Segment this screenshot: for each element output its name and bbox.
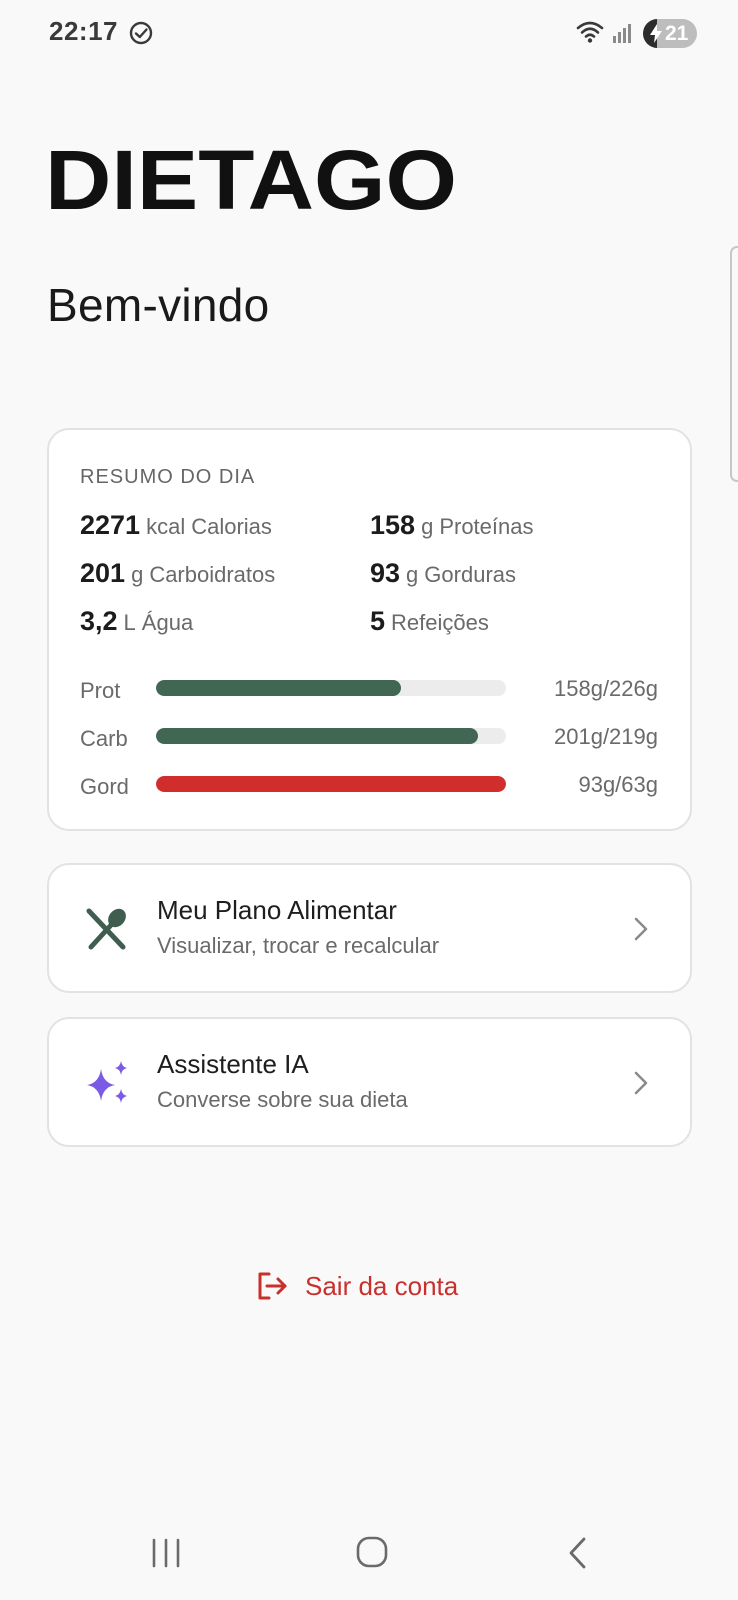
stat-value: 93 (370, 558, 401, 588)
edge-panel-handle[interactable] (730, 246, 738, 482)
stat-proteins: 158 g Proteínas (370, 510, 533, 541)
stat-label: Carboidratos (149, 562, 276, 587)
meal-plan-card[interactable]: Meu Plano Alimentar Visualizar, trocar e… (47, 863, 692, 993)
macro-bar-carb (156, 728, 506, 744)
dietago-logo: DIETAGO (45, 141, 457, 215)
daily-summary-card: RESUMO DO DIA 2271 kcal Calorias 158 g Prote… (47, 428, 692, 831)
recent-apps-icon[interactable] (150, 1538, 182, 1568)
ai-assistant-title: Assistente IA (157, 1049, 309, 1079)
fork-spoon-icon (86, 908, 126, 950)
macro-label-fat: Gord (80, 774, 129, 799)
macro-value-carb: 201g/219g (554, 724, 658, 749)
stat-value: 5 (370, 606, 386, 636)
stat-value: 3,2 (80, 606, 118, 636)
logout-button[interactable]: Sair da conta (255, 1266, 458, 1306)
signal-icon (613, 24, 631, 43)
ai-assistant-subtitle: Converse sobre sua dieta (157, 1087, 408, 1112)
summary-title: RESUMO DO DIA (80, 466, 256, 488)
page-title: Bem-vindo (47, 279, 270, 331)
macro-bar-fat (156, 776, 506, 792)
stat-unit: g (421, 514, 434, 539)
chevron-right-icon (634, 917, 648, 941)
macro-fill-protein (156, 680, 401, 696)
stat-value: 201 (80, 558, 126, 588)
stat-value: 2271 (80, 510, 141, 540)
stat-label: Calorias (191, 514, 272, 539)
macro-label-carb: Carb (80, 726, 128, 751)
wifi-icon (576, 21, 604, 43)
macro-value-fat: 93g/63g (578, 772, 658, 797)
logout-icon (258, 1272, 287, 1300)
macro-value-protein: 158g/226g (554, 676, 658, 701)
stat-carbs: 201 g Carboidratos (80, 558, 275, 589)
stat-unit: L (123, 610, 136, 635)
stat-label: Gorduras (424, 562, 517, 587)
stat-value: 158 (370, 510, 416, 540)
sparkles-icon (87, 1061, 127, 1103)
macro-fill-carb (156, 728, 478, 744)
meal-plan-subtitle: Visualizar, trocar e recalcular (157, 933, 440, 958)
logout-label: Sair da conta (305, 1270, 459, 1301)
battery-indicator: 21 (643, 19, 697, 48)
stat-meals: 5 Refeições (370, 606, 489, 637)
battery-charging-icon (650, 24, 662, 43)
stat-fats: 93 g Gorduras (370, 558, 516, 589)
meal-plan-title: Meu Plano Alimentar (157, 895, 397, 925)
stat-calories: 2271 kcal Calorias (80, 510, 272, 541)
status-time: 22:17 (49, 16, 118, 46)
back-icon[interactable] (566, 1536, 588, 1570)
macro-label-protein: Prot (80, 678, 121, 703)
stat-label: Refeições (391, 610, 489, 635)
home-screen: 22:17 21 DIETAGO Bem-vindo RESUMO DO DIA… (0, 0, 738, 1600)
macro-fill-fat (156, 776, 506, 792)
stat-unit: g (406, 562, 419, 587)
stat-label: Água (141, 610, 194, 635)
home-icon[interactable] (355, 1535, 389, 1569)
logo-text: DIETAGO (45, 141, 457, 215)
ai-assistant-card[interactable]: Assistente IA Converse sobre sua dieta (47, 1017, 692, 1147)
macro-bar-protein (156, 680, 506, 696)
battery-level: 21 (665, 22, 689, 45)
stat-water: 3,2 L Água (80, 606, 193, 637)
chevron-right-icon (634, 1071, 648, 1095)
stat-unit: g (131, 562, 144, 587)
check-circle-icon (129, 21, 153, 45)
stat-unit: kcal (146, 514, 186, 539)
system-nav-bar (0, 1500, 738, 1600)
stat-label: Proteínas (439, 514, 534, 539)
status-bar: 22:17 21 (0, 0, 738, 66)
